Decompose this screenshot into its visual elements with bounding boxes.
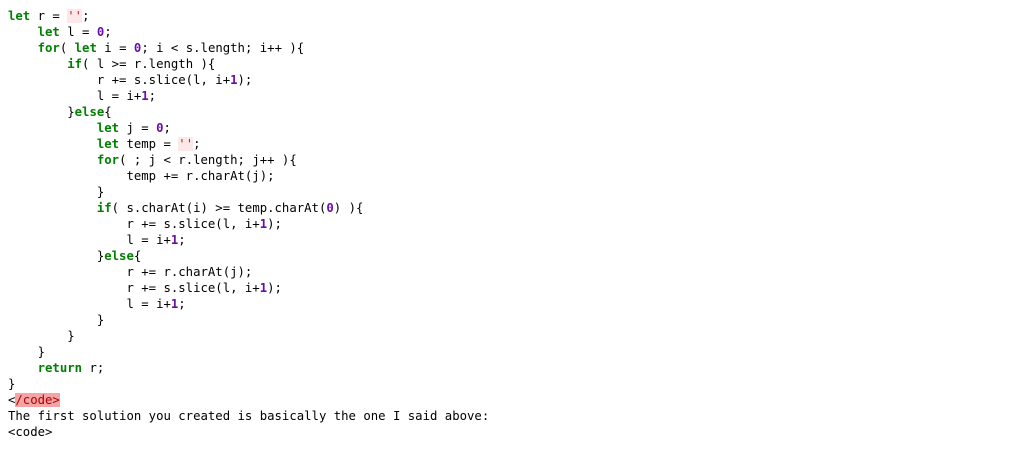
text-token: ) ){ [333, 201, 364, 215]
text-token: The first solution you created is basica… [8, 409, 490, 423]
keyword-token: for [37, 41, 60, 55]
code-line: r += s.slice(l, i+1); [8, 280, 489, 296]
code-line: for( let i = 0; i < s.length; i++ ){ [8, 40, 489, 56]
text-token: l = i+ [8, 89, 142, 103]
text-token: } [8, 249, 105, 263]
code-line: l = i+1; [8, 232, 489, 248]
code-line: } [8, 312, 489, 328]
code-line: let r = ''; [8, 8, 489, 24]
number-token: 1 [259, 281, 268, 295]
keyword-token: let [74, 41, 97, 55]
keyword-token: return [37, 361, 83, 375]
code-line: }else{ [8, 248, 489, 264]
code-line: } [8, 344, 489, 360]
keyword-token: if [67, 57, 83, 71]
text-token: } [8, 105, 75, 119]
code-line: } [8, 184, 489, 200]
text-token: <code> [8, 425, 53, 439]
keyword-token: let [37, 25, 60, 39]
text-token: temp += r.charAt(j); [8, 169, 275, 183]
text-token: r += r.charAt(j); [8, 265, 253, 279]
text-token: r += s.slice(l, i+ [8, 281, 260, 295]
number-token: 1 [141, 89, 149, 103]
number-token: 1 [259, 217, 268, 231]
code-line: } [8, 328, 489, 344]
text-token: temp = [119, 137, 179, 151]
code-line: r += s.slice(l, i+1); [8, 216, 489, 232]
keyword-token: if [96, 201, 112, 215]
keyword-token: else [74, 105, 105, 119]
text-token: ; [104, 25, 112, 39]
text-token: ; [178, 297, 186, 311]
code-line: if( s.charAt(i) >= temp.charAt(0) ){ [8, 200, 489, 216]
text-token: } [8, 345, 46, 359]
text-token: ( l >= r.length ){ [82, 57, 216, 71]
text-token: ; [82, 9, 90, 23]
text-token: ; [178, 233, 186, 247]
code-line: let temp = ''; [8, 136, 489, 152]
text-token: ; [163, 121, 171, 135]
text-token: } [8, 313, 105, 327]
text-token: { [104, 105, 112, 119]
keyword-token: else [104, 249, 134, 263]
string-token: '' [67, 9, 83, 23]
text-token: l = [59, 25, 97, 39]
code-line: if( l >= r.length ){ [8, 56, 489, 72]
text-token: ( [59, 41, 75, 55]
text-token: ); [267, 217, 282, 231]
code-line: let j = 0; [8, 120, 489, 136]
code-line: } [8, 376, 489, 392]
number-token: 0 [326, 201, 334, 215]
text-token: ; [193, 137, 201, 151]
text-token: ( ; j < r.length; j++ ){ [119, 153, 297, 167]
code-line: The first solution you created is basica… [8, 408, 489, 424]
text-token: ); [267, 281, 282, 295]
text-token: i = [96, 41, 134, 55]
number-token: 0 [156, 121, 164, 135]
code-line: l = i+1; [8, 296, 489, 312]
text-token: } [8, 377, 16, 391]
code-line: return r; [8, 360, 489, 376]
text-token: l = i+ [8, 297, 171, 311]
text-token: j = [119, 121, 157, 135]
text-token: r += s.slice(l, i+ [8, 73, 231, 87]
text-token: } [8, 185, 105, 199]
text-token: ( s.charAt(i) >= temp.charAt( [111, 201, 327, 215]
keyword-token: let [96, 137, 120, 151]
code-line: for( ; j < r.length; j++ ){ [8, 152, 489, 168]
code-line: }else{ [8, 104, 489, 120]
text-token: ); [237, 73, 253, 87]
code-line: <code> [8, 424, 489, 440]
code-line: r += s.slice(l, i+1); [8, 72, 489, 88]
code-line: </code> [8, 392, 489, 408]
code-view: let r = ''; let l = 0; for( let i = 0; i… [8, 8, 489, 440]
keyword-token: for [96, 153, 120, 167]
error-token: /code> [15, 393, 60, 407]
text-token: r += s.slice(l, i+ [8, 217, 260, 231]
keyword-token: let [96, 121, 120, 135]
text-token: ; [148, 89, 157, 103]
code-line: temp += r.charAt(j); [8, 168, 489, 184]
code-line: r += r.charAt(j); [8, 264, 489, 280]
keyword-token: let [8, 9, 31, 23]
number-token: 1 [230, 73, 238, 87]
text-token: } [8, 329, 75, 343]
code-line: l = i+1; [8, 88, 489, 104]
text-token: r; [82, 361, 105, 375]
text-token: l = i+ [8, 233, 171, 247]
text-token: ; i < s.length; i++ ){ [141, 41, 305, 55]
string-token: '' [178, 137, 194, 151]
text-token: r = [30, 9, 68, 23]
code-line: let l = 0; [8, 24, 489, 40]
text-token: { [133, 249, 142, 263]
